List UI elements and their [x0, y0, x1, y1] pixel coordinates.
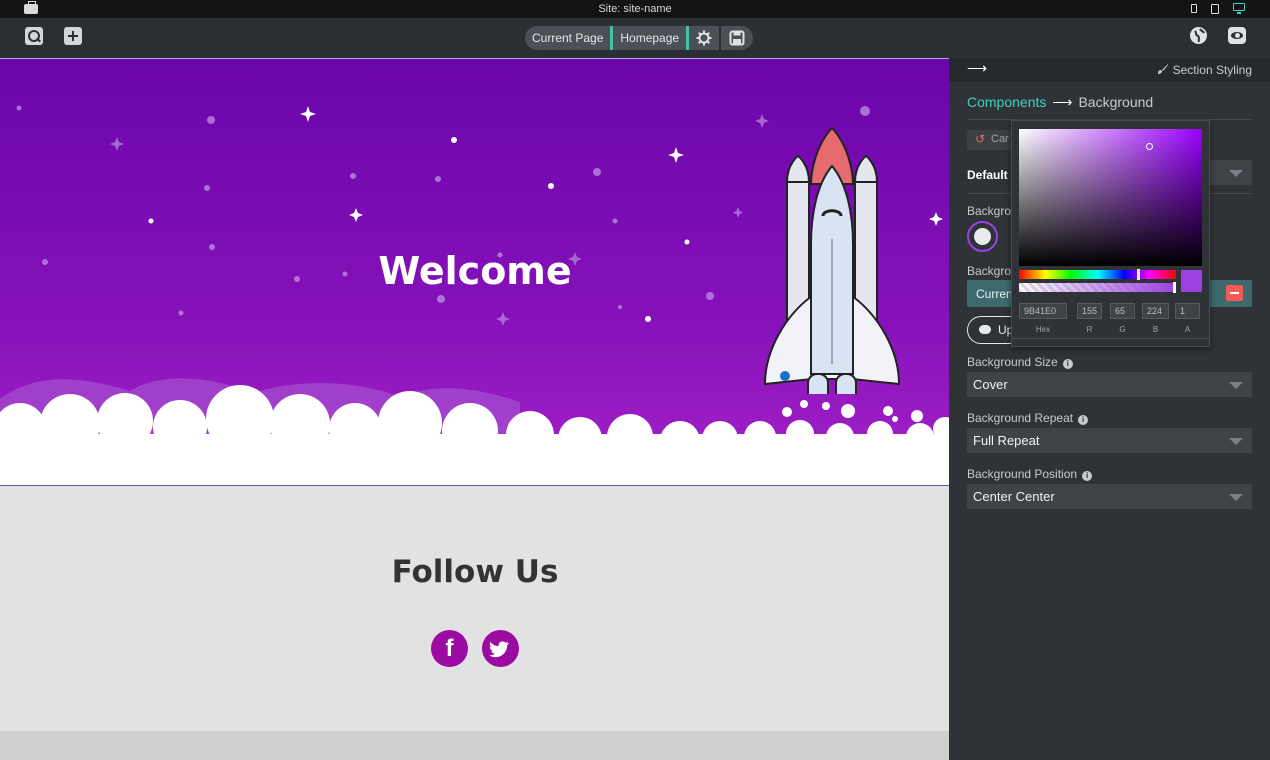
globe-icon[interactable]: [1190, 27, 1207, 44]
background-position-select[interactable]: Center Center: [967, 484, 1252, 509]
save-icon: [729, 30, 745, 46]
facebook-icon[interactable]: f: [431, 630, 468, 667]
red-input[interactable]: 155: [1077, 303, 1102, 319]
alpha-input[interactable]: 1: [1175, 303, 1200, 319]
panel-header: ⟶ Section Styling: [949, 58, 1270, 82]
background-size-select[interactable]: Cover: [967, 372, 1252, 397]
eye-icon[interactable]: [1228, 27, 1246, 44]
saturation-value-area[interactable]: [1019, 129, 1202, 266]
background-position-label: Background Position i: [967, 467, 1093, 481]
editor-toolbar: Current Page Homepage: [0, 18, 1270, 58]
paintbrush-icon: [1157, 64, 1168, 74]
alpha-slider[interactable]: [1019, 283, 1176, 292]
hero-section[interactable]: Welcome: [0, 58, 949, 485]
hue-thumb[interactable]: [1137, 269, 1140, 280]
breadcrumb: Components ⟶ Background: [967, 94, 1153, 111]
chevron-down-icon: [1229, 382, 1243, 389]
default-state-label: Default: [967, 168, 1008, 182]
alpha-thumb[interactable]: [1173, 282, 1176, 293]
background-repeat-label: Background Repeat i: [967, 411, 1089, 425]
breadcrumb-components[interactable]: Components: [967, 94, 1046, 110]
info-icon[interactable]: i: [1082, 471, 1093, 481]
arrow-right-icon[interactable]: ⟶: [967, 60, 987, 77]
twitter-icon[interactable]: [482, 630, 519, 667]
desktop-icon[interactable]: [1233, 3, 1245, 14]
page-canvas: Welcome Follow Us f: [0, 58, 949, 760]
picker-divider: [1012, 338, 1209, 339]
breadcrumb-background: Background: [1078, 94, 1154, 110]
color-picker: 9B41E0 155 65 224 1 Hex R G B A: [1011, 120, 1210, 347]
search-icon[interactable]: [25, 27, 43, 45]
blue-input[interactable]: 224: [1142, 303, 1169, 319]
background-color-label: Backgro: [967, 204, 1012, 218]
current-color-preview: [1181, 270, 1202, 292]
background-repeat-value: Full Repeat: [973, 433, 1040, 448]
window-title: Site: site-name: [598, 3, 672, 15]
hex-input[interactable]: 9B41E0: [1019, 303, 1067, 319]
tablet-icon[interactable]: [1211, 4, 1219, 14]
follow-title: Follow Us: [391, 554, 559, 590]
title-bar: Site: site-name: [0, 0, 1270, 18]
section-styling-label[interactable]: Section Styling: [1157, 63, 1252, 77]
background-position-value: Center Center: [973, 489, 1055, 504]
cloud-upload-icon: [979, 325, 991, 334]
settings-button[interactable]: [689, 26, 722, 50]
minus-icon[interactable]: [1226, 285, 1243, 301]
current-image-label: Curren: [976, 287, 1013, 301]
alpha-label: A: [1184, 325, 1191, 334]
info-icon[interactable]: i: [1078, 415, 1089, 425]
background-image-label: Backgro: [967, 264, 1012, 278]
background-size-label: Background Size i: [967, 355, 1073, 369]
state-dropdown[interactable]: [1209, 160, 1252, 185]
blue-label: B: [1152, 325, 1159, 334]
saturation-thumb[interactable]: [1146, 143, 1153, 150]
background-size-text: Background Size: [967, 355, 1058, 369]
homepage-select[interactable]: Homepage: [613, 26, 690, 50]
hex-label: Hex: [1035, 325, 1051, 334]
chevron-down-icon: [1229, 170, 1243, 177]
info-icon[interactable]: i: [1062, 359, 1073, 369]
add-icon[interactable]: [64, 27, 82, 45]
page-controls: Current Page Homepage: [525, 26, 754, 50]
background-position-text: Background Position: [967, 467, 1078, 481]
gear-icon: [696, 30, 712, 46]
save-button[interactable]: [721, 26, 754, 50]
cloud-layer: [0, 378, 949, 485]
green-label: G: [1119, 325, 1126, 334]
palette-icon[interactable]: [967, 221, 998, 252]
breadcrumb-arrow-icon: ⟶: [1052, 94, 1073, 110]
chevron-down-icon: [1229, 438, 1243, 445]
green-input[interactable]: 65: [1110, 303, 1135, 319]
current-page-button[interactable]: Current Page: [525, 26, 614, 50]
background-repeat-text: Background Repeat: [967, 411, 1074, 425]
hue-slider[interactable]: [1019, 270, 1176, 279]
cancel-label: Car: [991, 133, 1009, 145]
phone-icon[interactable]: [1191, 4, 1197, 13]
undo-icon: ↺: [975, 132, 986, 146]
red-label: R: [1086, 325, 1093, 334]
twitter-bird: [489, 641, 509, 658]
chevron-down-icon: [1229, 494, 1243, 501]
canvas-footer-strip: [0, 731, 949, 760]
follow-section[interactable]: Follow Us f: [0, 485, 949, 731]
section-styling-text: Section Styling: [1172, 63, 1252, 77]
background-size-value: Cover: [973, 377, 1008, 392]
background-repeat-select[interactable]: Full Repeat: [967, 428, 1252, 453]
globe-glyph: [1194, 28, 1205, 43]
